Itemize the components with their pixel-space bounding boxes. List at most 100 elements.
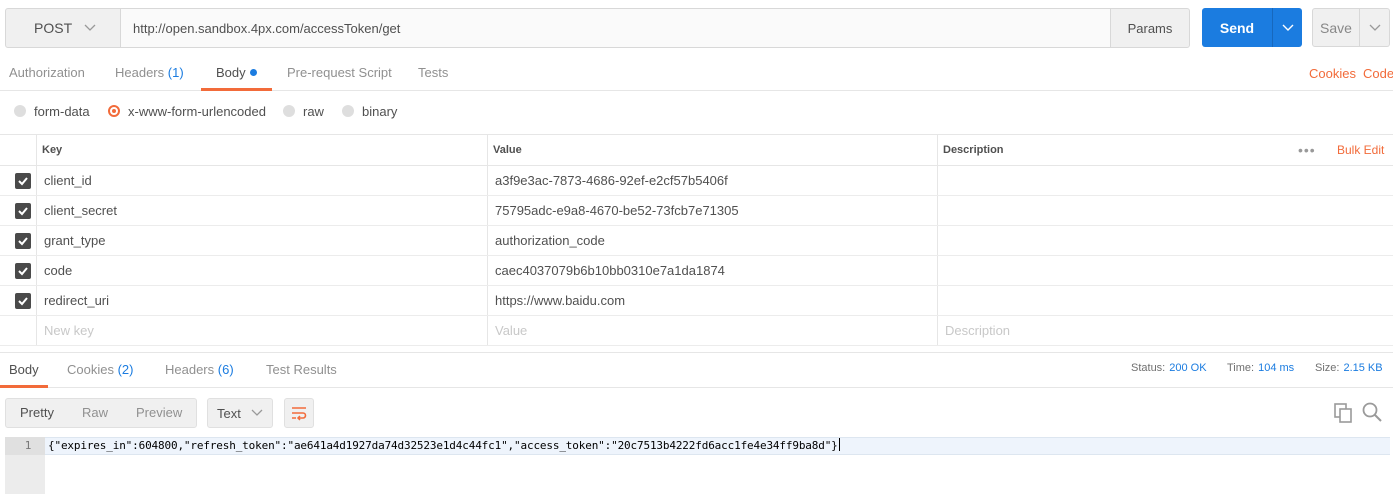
tab-label: Body — [9, 362, 39, 377]
tab-response-headers[interactable]: Headers (6) — [165, 353, 234, 388]
column-divider — [937, 286, 938, 315]
view-mode-group: Pretty Raw Preview — [5, 398, 198, 428]
time-value: 104 ms — [1258, 362, 1295, 374]
radio-form-data[interactable]: form-data — [14, 96, 90, 126]
params-table: Key Value Description ••• Bulk Edit clie… — [0, 134, 1393, 346]
radio-x-www-form-urlencoded[interactable]: x-www-form-urlencoded — [108, 96, 266, 126]
format-label: Text — [217, 405, 241, 421]
column-divider — [937, 166, 938, 195]
wrap-lines-button[interactable] — [284, 398, 314, 428]
tab-response-body[interactable]: Body — [0, 353, 48, 388]
key-cell[interactable]: code — [44, 256, 72, 285]
method-label: POST — [34, 20, 73, 36]
tab-body[interactable]: Body — [201, 56, 272, 91]
header-key: Key — [42, 144, 63, 156]
tab-count: (1) — [167, 65, 184, 80]
value-cell[interactable]: caec4037079b6b10bb0310e7a1da1874 — [495, 256, 725, 285]
check-icon — [18, 207, 28, 216]
tab-label: Headers — [165, 362, 215, 377]
radio-label: binary — [362, 103, 398, 119]
chevron-down-icon — [1282, 24, 1293, 31]
column-divider — [487, 196, 488, 225]
view-preview-button[interactable]: Preview — [122, 399, 196, 427]
params-button[interactable]: Params — [1110, 8, 1190, 48]
check-icon — [18, 297, 28, 306]
radio-raw[interactable]: raw — [283, 96, 324, 126]
table-row: grant_type authorization_code — [0, 226, 1393, 256]
row-checkbox[interactable] — [15, 263, 31, 279]
request-tabs: Authorization Headers (1) Body Pre-reque… — [0, 56, 1393, 91]
search-icon[interactable] — [1362, 402, 1382, 425]
radio-label: form-data — [34, 103, 90, 119]
modified-dot-icon — [249, 69, 257, 76]
tab-tests[interactable]: Tests — [418, 56, 448, 91]
radio-circle-icon — [342, 105, 354, 117]
new-key-input[interactable]: New key — [44, 316, 94, 345]
row-checkbox[interactable] — [15, 173, 31, 189]
cookies-link[interactable]: Cookies — [1309, 56, 1356, 91]
copy-icon[interactable] — [1334, 403, 1352, 426]
column-divider — [937, 226, 938, 255]
key-cell[interactable]: client_secret — [44, 196, 117, 225]
column-divider — [36, 256, 37, 285]
tab-count: (2) — [117, 362, 134, 377]
tab-label: Headers — [115, 65, 165, 80]
column-divider — [487, 135, 488, 165]
row-checkbox[interactable] — [15, 293, 31, 309]
format-select[interactable]: Text — [207, 398, 273, 428]
column-divider — [487, 256, 488, 285]
value-cell[interactable]: 75795adc-e9a8-4670-be52-73fcb7e71305 — [495, 196, 739, 225]
column-divider — [937, 316, 938, 345]
column-divider — [937, 135, 938, 165]
bulk-edit-link[interactable]: Bulk Edit — [1337, 135, 1384, 166]
value-cell[interactable]: https://www.baidu.com — [495, 286, 625, 315]
request-bar: POST http://open.sandbox.4px.com/accessT… — [5, 8, 1390, 48]
send-button[interactable]: Send — [1202, 8, 1272, 47]
tab-headers[interactable]: Headers (1) — [115, 56, 184, 91]
check-icon — [18, 267, 28, 276]
send-dropdown-button[interactable] — [1272, 8, 1302, 47]
line-number: 1 — [5, 437, 45, 455]
key-cell[interactable]: grant_type — [44, 226, 105, 255]
view-pretty-button[interactable]: Pretty — [6, 399, 68, 427]
response-code: {"expires_in":604800,"refresh_token":"ae… — [48, 438, 840, 454]
header-value: Value — [493, 144, 522, 156]
view-raw-button[interactable]: Raw — [68, 399, 122, 427]
size-meta: Size: 2.15 KB — [1315, 353, 1383, 388]
tab-label: Authorization — [9, 65, 85, 80]
row-checkbox[interactable] — [15, 203, 31, 219]
tab-test-results[interactable]: Test Results — [266, 353, 337, 388]
time-label: Time: — [1227, 362, 1255, 374]
response-editor[interactable]: 1 {"expires_in":604800,"refresh_token":"… — [5, 437, 1390, 494]
new-description-input[interactable]: Description — [945, 316, 1010, 345]
text-cursor — [838, 438, 840, 451]
radio-circle-icon — [14, 105, 26, 117]
new-value-input[interactable]: Value — [495, 316, 527, 345]
save-button[interactable]: Save — [1312, 8, 1360, 47]
tab-response-cookies[interactable]: Cookies (2) — [67, 353, 133, 388]
method-select[interactable]: POST — [5, 8, 121, 48]
more-options-icon[interactable]: ••• — [1298, 135, 1316, 166]
check-icon — [18, 237, 28, 246]
code-link[interactable]: Code — [1363, 56, 1393, 91]
radio-circle-icon — [283, 105, 295, 117]
row-checkbox[interactable] — [15, 233, 31, 249]
check-icon — [18, 177, 28, 186]
radio-label: x-www-form-urlencoded — [128, 103, 266, 119]
column-divider — [36, 226, 37, 255]
key-cell[interactable]: client_id — [44, 166, 92, 195]
tab-authorization[interactable]: Authorization — [9, 56, 85, 91]
chevron-down-icon — [251, 406, 263, 420]
value-cell[interactable]: a3f9e3ac-7873-4686-92ef-e2cf57b5406f — [495, 166, 728, 195]
key-cell[interactable]: redirect_uri — [44, 286, 109, 315]
url-input[interactable]: http://open.sandbox.4px.com/accessToken/… — [121, 8, 1111, 48]
tab-count: (6) — [217, 362, 234, 377]
column-divider — [487, 226, 488, 255]
tab-pre-request-script[interactable]: Pre-request Script — [287, 56, 392, 91]
chevron-down-icon — [1369, 24, 1380, 31]
radio-binary[interactable]: binary — [342, 96, 397, 126]
value-cell[interactable]: authorization_code — [495, 226, 605, 255]
save-dropdown-button[interactable] — [1360, 8, 1390, 47]
body-type-selector: form-data x-www-form-urlencoded raw bina… — [0, 96, 1393, 126]
header-description: Description — [943, 144, 1004, 156]
